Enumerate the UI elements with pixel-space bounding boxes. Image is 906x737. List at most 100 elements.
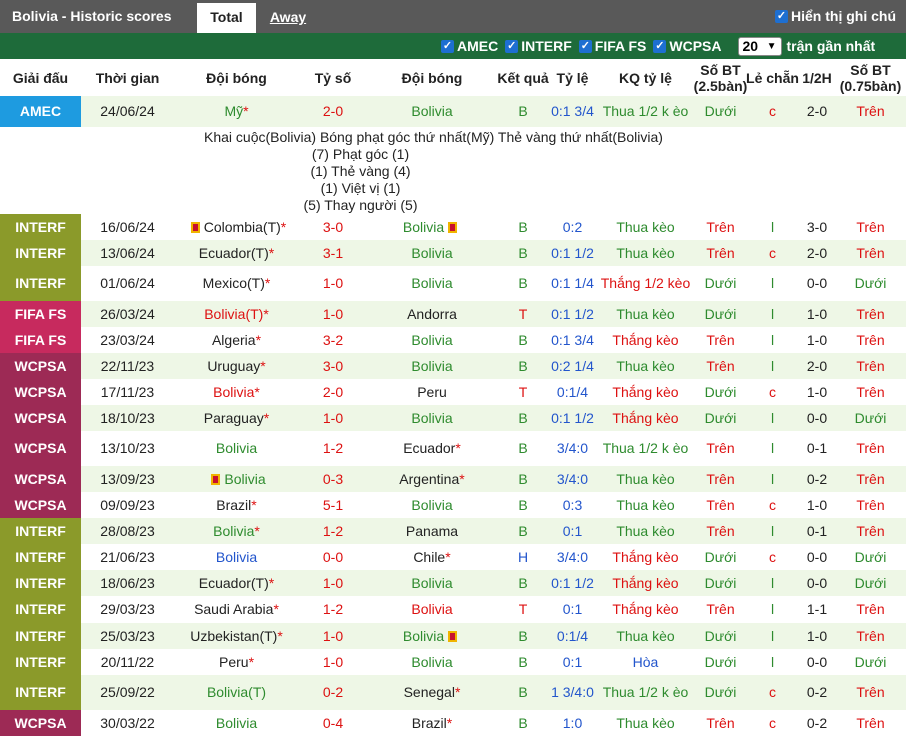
- home-team[interactable]: Ecuador(T) *: [174, 570, 299, 596]
- match-score[interactable]: 0-3: [299, 466, 367, 492]
- table-row[interactable]: INTERF 29/03/23 Saudi Arabia * 1-2 Bolivia T 0:…: [0, 596, 906, 623]
- league-badge[interactable]: INTERF: [0, 649, 81, 675]
- match-score[interactable]: 5-1: [299, 492, 367, 518]
- match-score[interactable]: 2-0: [299, 379, 367, 405]
- away-team[interactable]: Bolivia: [367, 649, 497, 675]
- away-team[interactable]: Bolivia: [367, 266, 497, 301]
- away-team[interactable]: Bolivia: [367, 240, 497, 266]
- league-badge[interactable]: WCPSA: [0, 431, 81, 466]
- league-badge[interactable]: INTERF: [0, 623, 81, 649]
- match-score[interactable]: 0-2: [299, 675, 367, 710]
- league-badge[interactable]: FIFA FS: [0, 301, 81, 327]
- away-team[interactable]: Bolivia: [367, 405, 497, 431]
- match-score[interactable]: 3-0: [299, 214, 367, 240]
- home-team[interactable]: Brazil *: [174, 492, 299, 518]
- home-team[interactable]: Uzbekistan(T) *: [174, 623, 299, 649]
- league-badge[interactable]: WCPSA: [0, 405, 81, 431]
- table-row[interactable]: FIFA FS 23/03/24 Algeria * 3-2 Bolivia B 0:1 3/…: [0, 327, 906, 353]
- home-team[interactable]: Mexico(T) *: [174, 266, 299, 301]
- league-badge[interactable]: INTERF: [0, 544, 81, 570]
- home-team[interactable]: Bolivia: [174, 431, 299, 466]
- table-row[interactable]: INTERF 25/09/22 Bolivia(T) 0-2 Senegal * B 1 3/…: [0, 675, 906, 710]
- league-badge[interactable]: INTERF: [0, 518, 81, 544]
- match-score[interactable]: 1-0: [299, 623, 367, 649]
- table-row[interactable]: AMEC 24/06/24 Mỹ * 2-0 Bolivia B 0:1 3/4 Thua 1/…: [0, 96, 906, 127]
- table-row[interactable]: INTERF 28/08/23 Bolivia * 1-2 Panama B 0:1 Thua …: [0, 518, 906, 544]
- match-score[interactable]: 0-4: [299, 710, 367, 736]
- league-badge[interactable]: WCPSA: [0, 710, 81, 736]
- away-team[interactable]: Bolivia: [367, 353, 497, 379]
- away-team[interactable]: Bolivia: [367, 96, 497, 127]
- table-row[interactable]: INTERF 25/03/23 Uzbekistan(T) * 1-0 Bolivia B 0…: [0, 623, 906, 649]
- table-row[interactable]: WCPSA 17/11/23 Bolivia * 2-0 Peru T 0:1/4 Thắng …: [0, 379, 906, 405]
- table-row[interactable]: FIFA FS 26/03/24 Bolivia(T) * 1-0 Andorra T 0:1…: [0, 301, 906, 327]
- match-count-select[interactable]: 20 ▼: [737, 36, 782, 56]
- table-row[interactable]: WCPSA 13/10/23 Bolivia 1-2 Ecuador * B 3/4:0 Thu…: [0, 431, 906, 466]
- checkbox-checked-icon[interactable]: ✓: [505, 39, 519, 53]
- away-team[interactable]: Bolivia: [367, 570, 497, 596]
- away-team[interactable]: Peru: [367, 379, 497, 405]
- checkbox-checked-icon[interactable]: ✓: [775, 10, 788, 23]
- match-score[interactable]: 3-2: [299, 327, 367, 353]
- home-team[interactable]: Bolivia: [174, 710, 299, 736]
- table-row[interactable]: WCPSA 09/09/23 Brazil * 5-1 Bolivia B 0:3 Thua k…: [0, 492, 906, 518]
- checkbox-checked-icon[interactable]: ✓: [441, 39, 454, 53]
- filter-amec[interactable]: ✓ AMEC: [441, 38, 498, 54]
- table-row[interactable]: INTERF 18/06/23 Ecuador(T) * 1-0 Bolivia B 0:1 …: [0, 570, 906, 596]
- league-badge[interactable]: FIFA FS: [0, 327, 81, 353]
- away-team[interactable]: Chile *: [367, 544, 497, 570]
- league-badge[interactable]: WCPSA: [0, 379, 81, 405]
- match-score[interactable]: 2-0: [299, 96, 367, 127]
- league-badge[interactable]: INTERF: [0, 570, 81, 596]
- home-team[interactable]: Algeria *: [174, 327, 299, 353]
- match-score[interactable]: 3-1: [299, 240, 367, 266]
- table-row[interactable]: INTERF 20/11/22 Peru * 1-0 Bolivia B 0:1 Hòa Dưới…: [0, 649, 906, 675]
- home-team[interactable]: Saudi Arabia *: [174, 596, 299, 623]
- away-team[interactable]: Brazil *: [367, 710, 497, 736]
- home-team[interactable]: Bolivia: [174, 466, 299, 492]
- away-team[interactable]: Bolivia: [367, 327, 497, 353]
- filter-interf[interactable]: ✓ INTERF: [505, 38, 572, 54]
- league-badge[interactable]: INTERF: [0, 214, 81, 240]
- league-badge[interactable]: INTERF: [0, 596, 81, 623]
- home-team[interactable]: Bolivia: [174, 544, 299, 570]
- filter-fifa-fs[interactable]: ✓ FIFA FS: [578, 38, 646, 54]
- league-badge[interactable]: INTERF: [0, 240, 81, 266]
- home-team[interactable]: Ecuador(T) *: [174, 240, 299, 266]
- home-team[interactable]: Bolivia(T): [174, 675, 299, 710]
- away-team[interactable]: Argentina *: [367, 466, 497, 492]
- show-notes-toggle[interactable]: ✓ Hiển thị ghi chú: [775, 0, 896, 33]
- home-team[interactable]: Bolivia *: [174, 518, 299, 544]
- away-team[interactable]: Senegal *: [367, 675, 497, 710]
- league-badge[interactable]: WCPSA: [0, 353, 81, 379]
- table-row[interactable]: WCPSA 30/03/22 Bolivia 0-4 Brazil * B 1:0 Thua k…: [0, 710, 906, 736]
- away-team[interactable]: Bolivia: [367, 214, 497, 240]
- league-badge[interactable]: WCPSA: [0, 466, 81, 492]
- table-row[interactable]: INTERF 13/06/24 Ecuador(T) * 3-1 Bolivia B 0:1 …: [0, 240, 906, 266]
- match-score[interactable]: 1-2: [299, 596, 367, 623]
- home-team[interactable]: Paraguay *: [174, 405, 299, 431]
- checkbox-checked-icon[interactable]: ✓: [653, 39, 667, 53]
- table-row[interactable]: WCPSA 13/09/23 Bolivia 0-3 Argentina * B 3/4:0 T…: [0, 466, 906, 492]
- away-team[interactable]: Andorra: [367, 301, 497, 327]
- match-score[interactable]: 1-0: [299, 266, 367, 301]
- checkbox-checked-icon[interactable]: ✓: [578, 39, 592, 53]
- home-team[interactable]: Colombia(T) *: [174, 214, 299, 240]
- home-team[interactable]: Bolivia(T) *: [174, 301, 299, 327]
- league-badge[interactable]: AMEC: [0, 96, 81, 127]
- home-team[interactable]: Uruguay *: [174, 353, 299, 379]
- match-score[interactable]: 0-0: [299, 544, 367, 570]
- away-team[interactable]: Bolivia: [367, 492, 497, 518]
- league-badge[interactable]: INTERF: [0, 266, 81, 301]
- league-badge[interactable]: INTERF: [0, 675, 81, 710]
- table-row[interactable]: INTERF 01/06/24 Mexico(T) * 1-0 Bolivia B 0:1 1…: [0, 266, 906, 301]
- home-team[interactable]: Mỹ *: [174, 96, 299, 127]
- match-score[interactable]: 1-0: [299, 405, 367, 431]
- match-score[interactable]: 1-2: [299, 518, 367, 544]
- match-score[interactable]: 1-0: [299, 570, 367, 596]
- table-row[interactable]: INTERF 21/06/23 Bolivia 0-0 Chile * H 3/4:0 Thắn…: [0, 544, 906, 570]
- home-team[interactable]: Bolivia *: [174, 379, 299, 405]
- match-score[interactable]: 1-0: [299, 649, 367, 675]
- filter-wcpsa[interactable]: ✓ WCPSA: [653, 38, 722, 54]
- match-score[interactable]: 3-0: [299, 353, 367, 379]
